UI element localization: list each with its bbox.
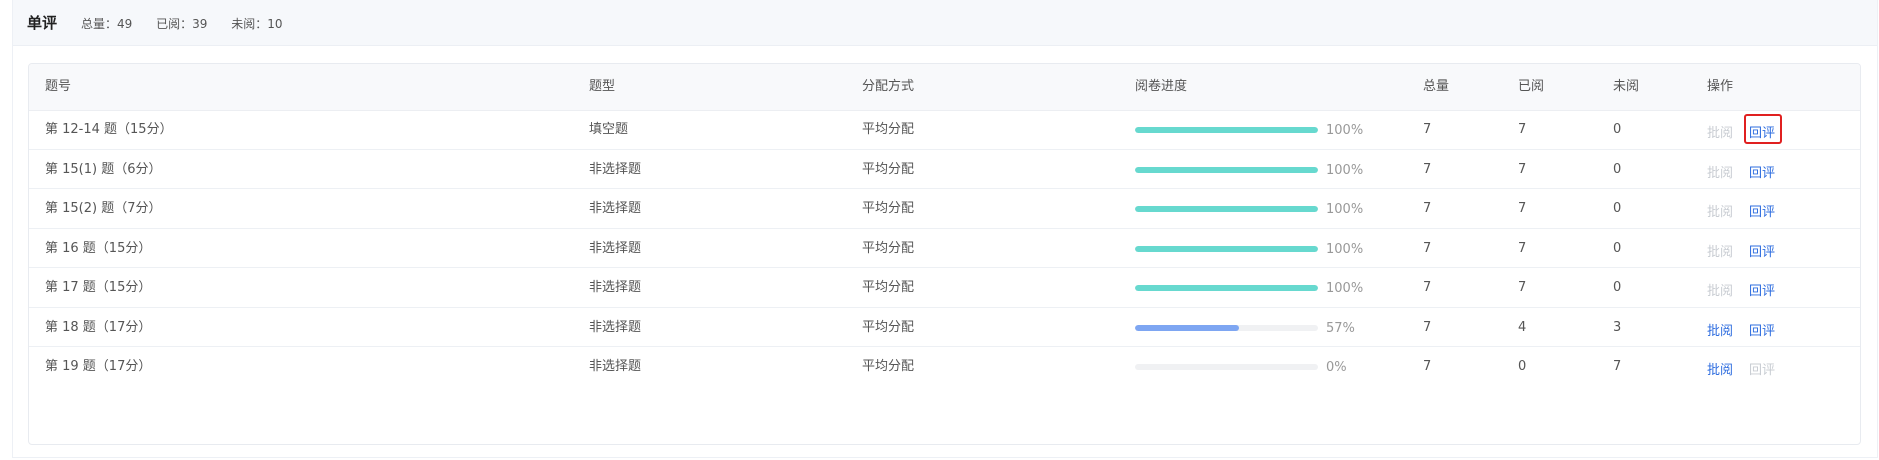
re-review-button: 回评 [1749,363,1776,378]
review-button: 批阅 [1707,244,1734,260]
review-button: 批阅 [1707,284,1734,299]
question-type: 非选择题 [589,359,642,374]
progress-bar [1135,206,1318,212]
progress-bar-fill [1135,166,1318,173]
table-row: 第 16 题（15分） 非选择题 平均分配 100% 7 7 0 批阅 回评 [29,229,1860,268]
distribution-method: 平均分配 [862,161,915,177]
read-count: 7 [1518,240,1527,256]
read-count: 7 [1518,201,1527,216]
progress-bar [1135,285,1318,291]
unread-count: 0 [1613,161,1622,177]
progress-percent: 57% [1326,320,1355,336]
question-type: 非选择题 [589,201,642,216]
col-header-distribution: 分配方式 [862,79,915,94]
question-number: 第 12-14 题（15分） [45,122,173,137]
total-count: 7 [1423,122,1432,137]
distribution-method: 平均分配 [862,319,915,335]
table-row: 第 17 题（15分） 非选择题 平均分配 100% 7 7 0 批阅 回评 [29,268,1860,308]
distribution-method: 平均分配 [862,359,915,374]
progress-percent: 100% [1326,123,1364,138]
col-header-unread: 未阅 [1613,79,1640,94]
question-type: 非选择题 [589,280,642,295]
read-count: 7 [1518,122,1527,137]
re-review-button[interactable]: 回评 [1749,122,1775,141]
distribution-method: 平均分配 [862,122,915,137]
progress-bar-fill [1135,245,1318,252]
progress-percent: 0% [1326,360,1347,375]
panel-header: 单评 总量：49 已阅：39 未阅：10 [13,0,1877,46]
review-button[interactable]: 批阅 [1707,320,1733,339]
progress-bar-fill [1135,127,1318,133]
review-button: 批阅 [1707,126,1734,141]
question-number: 第 15(1) 题（6分） [45,161,162,177]
col-header-number: 题号 [45,79,72,94]
re-review-button[interactable]: 回评 [1749,201,1775,220]
col-header-actions: 操作 [1707,79,1734,94]
question-number: 第 16 题（15分） [45,240,152,256]
progress-percent: 100% [1326,162,1364,178]
panel-title: 单评 [27,14,58,32]
progress-percent: 100% [1326,281,1364,296]
unread-count: 7 [1613,359,1622,374]
distribution-method: 平均分配 [862,280,915,295]
progress-percent: 100% [1326,202,1364,217]
progress-bar [1135,324,1318,331]
read-count: 4 [1518,319,1527,335]
table-row: 第 15(2) 题（7分） 非选择题 平均分配 100% 7 7 0 批阅 回评 [29,189,1860,229]
stat-total: 总量：49 [81,17,133,31]
review-button: 批阅 [1707,205,1734,220]
progress-bar-fill [1135,206,1318,212]
unread-count: 0 [1613,201,1622,216]
table-row: 第 12-14 题（15分） 填空题 平均分配 100% 7 7 0 批阅 回评 [29,110,1860,150]
re-review-button[interactable]: 回评 [1749,320,1775,339]
question-number: 第 15(2) 题（7分） [45,201,162,216]
question-type: 填空题 [589,122,629,137]
read-count: 7 [1518,280,1527,295]
progress-bar [1135,245,1318,252]
table-row: 第 19 题（17分） 非选择题 平均分配 0% 7 0 7 批阅 回评 [29,347,1860,387]
re-review-button[interactable]: 回评 [1749,241,1775,260]
unread-count: 3 [1613,319,1622,335]
re-review-button[interactable]: 回评 [1749,280,1775,299]
progress-bar [1135,127,1318,133]
re-review-button[interactable]: 回评 [1749,162,1775,181]
col-header-read: 已阅 [1518,79,1545,94]
distribution-method: 平均分配 [862,240,915,256]
progress-bar [1135,364,1318,370]
unread-count: 0 [1613,122,1622,137]
col-header-type: 题型 [589,79,616,94]
stat-read: 已阅：39 [156,17,208,31]
total-count: 7 [1423,161,1432,177]
question-number: 第 17 题（15分） [45,280,152,295]
distribution-method: 平均分配 [862,201,915,216]
review-button[interactable]: 批阅 [1707,359,1733,378]
col-header-progress: 阅卷进度 [1135,79,1188,94]
stat-unread: 未阅：10 [231,17,283,31]
total-count: 7 [1423,280,1432,295]
progress-bar-fill [1135,285,1318,291]
unread-count: 0 [1613,240,1622,256]
col-header-total: 总量 [1423,79,1450,94]
summary-stats: 总量：49 已阅：39 未阅：10 [81,15,303,32]
total-count: 7 [1423,240,1432,256]
total-count: 7 [1423,319,1432,335]
total-count: 7 [1423,201,1432,216]
question-type: 非选择题 [589,240,642,256]
question-table: 题号 题型 分配方式 阅卷进度 总量 已阅 未阅 操作 第 12-14 题（15… [28,63,1861,445]
progress-bar [1135,166,1318,173]
question-type: 非选择题 [589,319,642,335]
question-type: 非选择题 [589,161,642,177]
question-number: 第 19 题（17分） [45,359,152,374]
review-button: 批阅 [1707,165,1734,181]
progress-bar-fill [1135,324,1240,331]
table-row: 第 18 题（17分） 非选择题 平均分配 57% 7 4 3 批阅 回评 [29,308,1860,347]
read-count: 7 [1518,161,1527,177]
question-number: 第 18 题（17分） [45,319,152,335]
table-row: 第 15(1) 题（6分） 非选择题 平均分配 100% 7 7 0 批阅 回评 [29,150,1860,189]
total-count: 7 [1423,359,1432,374]
table-header: 题号 题型 分配方式 阅卷进度 总量 已阅 未阅 操作 [29,64,1860,111]
progress-percent: 100% [1326,241,1364,257]
read-count: 0 [1518,359,1527,374]
unread-count: 0 [1613,280,1622,295]
